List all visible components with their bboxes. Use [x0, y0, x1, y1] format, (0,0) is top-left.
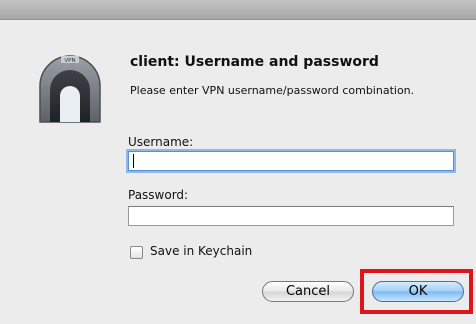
password-input[interactable] — [128, 206, 454, 226]
window-titlebar[interactable] — [0, 0, 476, 20]
save-in-keychain-checkbox[interactable] — [130, 246, 143, 259]
dialog-title: client: Username and password — [130, 54, 379, 70]
dialog-message: Please enter VPN username/password combi… — [130, 84, 415, 97]
ok-button-highlight-box — [360, 269, 473, 314]
cancel-button[interactable]: Cancel — [262, 281, 354, 302]
text-caret — [133, 154, 134, 168]
username-input[interactable] — [128, 151, 454, 171]
vpn-login-dialog: VPN client: Username and password Please… — [0, 20, 476, 324]
password-label: Password: — [128, 188, 189, 202]
vpn-tunnel-icon: VPN — [39, 55, 101, 123]
save-in-keychain-label[interactable]: Save in Keychain — [150, 244, 252, 258]
username-label: Username: — [128, 135, 194, 149]
vpn-badge-text: VPN — [64, 58, 75, 64]
